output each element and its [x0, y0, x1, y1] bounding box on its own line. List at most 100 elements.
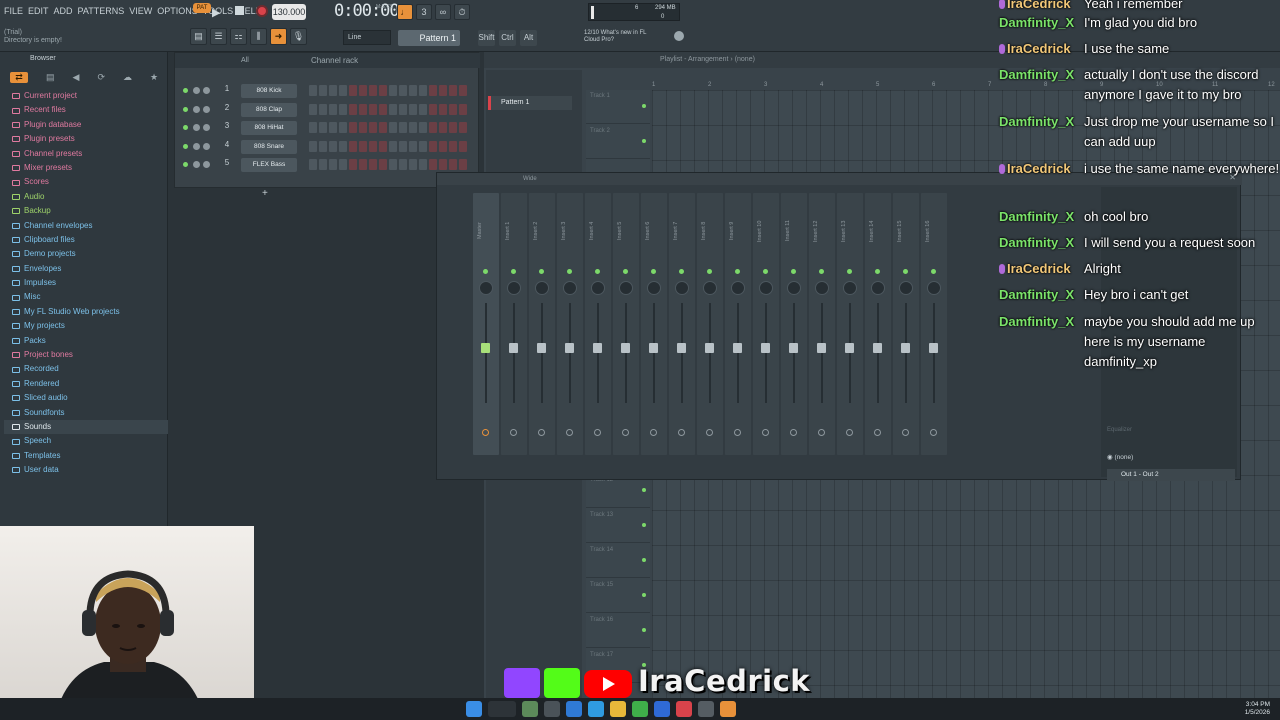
chrome-icon[interactable] [632, 701, 648, 717]
track-mute-led-icon[interactable] [642, 593, 646, 597]
browser-item[interactable]: Project bones [4, 348, 168, 362]
step-button[interactable] [439, 122, 447, 133]
channel-number[interactable]: 4 [221, 140, 233, 149]
step-button[interactable] [329, 85, 337, 96]
track-mute-led-icon[interactable] [642, 628, 646, 632]
volume-fader[interactable] [901, 343, 910, 353]
step-button[interactable] [379, 122, 387, 133]
browser-item[interactable]: Impulses [4, 276, 168, 290]
shift-button[interactable]: Shift [478, 30, 495, 46]
strip-enable-led[interactable] [679, 269, 684, 274]
step-button[interactable] [379, 159, 387, 170]
system-clock[interactable]: 3:04 PM 1/5/2026 [1245, 701, 1270, 717]
step-button[interactable] [309, 85, 317, 96]
track-mute-led-icon[interactable] [642, 104, 646, 108]
outlook-icon[interactable] [654, 701, 670, 717]
step-button[interactable] [429, 85, 437, 96]
strip-enable-led[interactable] [735, 269, 740, 274]
pan-knob[interactable] [203, 142, 210, 150]
volume-fader[interactable] [677, 343, 686, 353]
channel-name-button[interactable]: 808 Kick [241, 84, 297, 98]
browser-item[interactable]: Recorded [4, 362, 168, 376]
audio-input-selector[interactable]: ◉ (none) [1107, 453, 1235, 461]
step-button[interactable] [389, 103, 397, 115]
volume-fader[interactable] [929, 343, 938, 353]
pan-knob[interactable] [203, 87, 210, 94]
mute-led-icon[interactable] [183, 88, 188, 93]
pan-knob[interactable] [703, 281, 717, 295]
step-button[interactable] [399, 85, 407, 96]
stop-icon[interactable] [235, 6, 244, 15]
step-button[interactable] [449, 140, 457, 152]
send-knob[interactable] [930, 429, 937, 436]
volume-knob[interactable] [193, 124, 200, 131]
step-button[interactable] [379, 85, 387, 96]
send-knob[interactable] [510, 429, 517, 436]
browser-view-icon[interactable]: ⇄ [10, 71, 28, 83]
step-button[interactable] [349, 159, 357, 170]
browser-item[interactable]: My FL Studio Web projects [4, 305, 168, 319]
step-button[interactable] [309, 122, 317, 133]
volume-knob[interactable] [193, 105, 200, 113]
send-knob[interactable] [538, 429, 545, 436]
volume-fader[interactable] [733, 343, 742, 353]
step-button[interactable] [419, 122, 427, 133]
volume-fader[interactable] [621, 343, 630, 353]
browser-item[interactable]: Backup [4, 204, 168, 218]
send-knob[interactable] [650, 429, 657, 436]
step-button[interactable] [339, 140, 347, 152]
pan-knob[interactable] [507, 281, 521, 295]
volume-knob[interactable] [193, 142, 200, 150]
step-button[interactable] [369, 159, 377, 170]
mixer-layout[interactable]: Wide [523, 173, 537, 185]
browser-item[interactable]: Current project [4, 89, 168, 103]
channel-row[interactable]: 3 808 HiHat [181, 120, 471, 136]
browser-item[interactable]: Sliced audio [4, 391, 168, 405]
volume-knob[interactable] [193, 161, 200, 168]
volume-fader[interactable] [509, 343, 518, 353]
mixer-strip-insert[interactable]: Insert 15 [893, 193, 919, 455]
strip-enable-led[interactable] [483, 269, 488, 274]
mixer-strip-insert[interactable]: Insert 3 [557, 193, 583, 455]
channel-name-button[interactable]: 808 Snare [241, 139, 297, 154]
strip-enable-led[interactable] [707, 269, 712, 274]
volume-knob[interactable] [193, 87, 200, 94]
step-button[interactable] [439, 159, 447, 170]
send-knob[interactable] [566, 429, 573, 436]
mute-led-icon[interactable] [183, 125, 188, 130]
track-header[interactable]: Track 1 [586, 90, 650, 124]
step-button[interactable] [379, 140, 387, 152]
step-button[interactable] [309, 140, 317, 152]
audio-output-selector[interactable]: Out 1 - Out 2 [1107, 469, 1235, 481]
mixer-strip-insert[interactable]: Insert 14 [865, 193, 891, 455]
step-button[interactable] [459, 140, 467, 152]
send-knob[interactable] [874, 429, 881, 436]
strip-enable-led[interactable] [903, 269, 908, 274]
track-header[interactable]: Track 13 [586, 509, 650, 543]
channel-name-button[interactable]: FLEX Bass [241, 158, 297, 172]
step-button[interactable] [409, 159, 417, 170]
step-button[interactable] [369, 85, 377, 96]
browser-item[interactable]: Plugin presets [4, 132, 168, 146]
step-button[interactable] [429, 159, 437, 170]
strip-enable-led[interactable] [623, 269, 628, 274]
mute-led-icon[interactable] [183, 162, 188, 167]
send-knob[interactable] [846, 429, 853, 436]
step-button[interactable] [319, 122, 327, 133]
step-button[interactable] [319, 103, 327, 115]
step-button[interactable] [399, 122, 407, 133]
wait-input-icon[interactable]: ⏱ [454, 4, 470, 20]
step-button[interactable] [429, 122, 437, 133]
step-button[interactable] [449, 103, 457, 115]
task-view-icon[interactable] [544, 701, 560, 717]
mute-led-icon[interactable] [183, 106, 188, 112]
track-mute-led-icon[interactable] [642, 558, 646, 562]
browser-item[interactable]: Clipboard files [4, 233, 168, 247]
volume-fader[interactable] [705, 343, 714, 353]
browser-item[interactable]: Plugin database [4, 118, 168, 132]
step-button[interactable] [319, 85, 327, 96]
pan-knob[interactable] [843, 281, 857, 295]
browser-item[interactable]: Channel presets [4, 147, 168, 161]
send-knob[interactable] [594, 429, 601, 436]
step-button[interactable] [339, 159, 347, 170]
